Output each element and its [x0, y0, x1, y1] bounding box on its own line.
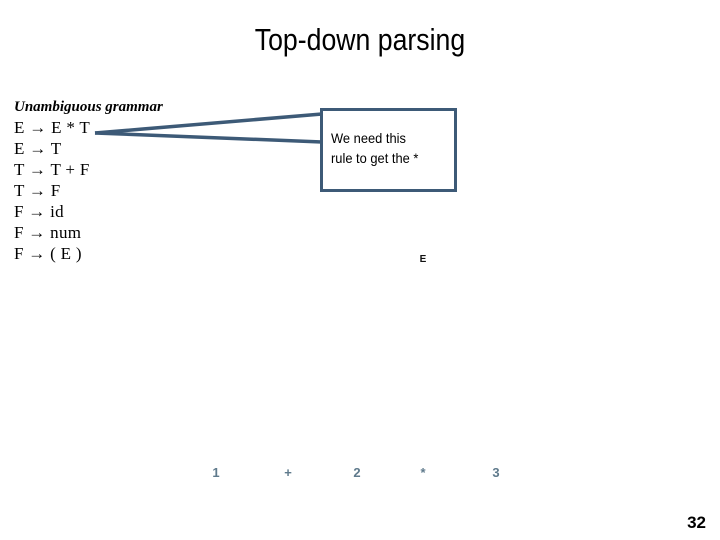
grammar-rule: F → ( E ) [14, 244, 82, 263]
input-token: 3 [492, 465, 500, 480]
grammar-block: Unambiguous grammar E → E * T E → T T → … [14, 97, 163, 264]
grammar-rule: T → F [14, 181, 61, 200]
grammar-heading: Unambiguous grammar [14, 99, 163, 115]
grammar-rule: T → T + F [14, 160, 90, 179]
page-title: Top-down parsing [254, 22, 466, 57]
callout-leader-lines [94, 112, 323, 144]
grammar-rule: F → num [14, 223, 82, 242]
input-token: + [284, 465, 292, 480]
slide-canvas: Top-down parsing Unambiguous grammar E →… [0, 0, 720, 540]
parse-tree-node-root: E [419, 254, 427, 265]
callout-box: We need this rule to get the * [320, 108, 457, 192]
callout-text-line-1: We need this [331, 130, 406, 146]
input-token: 1 [212, 465, 220, 480]
input-token: 2 [353, 465, 361, 480]
grammar-rule: F → id [14, 202, 64, 221]
input-token: * [420, 465, 426, 480]
page-number: 32 [687, 513, 706, 532]
callout-text-line-2: rule to get the * [331, 150, 419, 166]
grammar-rule: E → T [14, 139, 62, 158]
callout-text: We need this rule to get the * [331, 128, 446, 168]
grammar-rule: E → E * T [14, 118, 91, 137]
